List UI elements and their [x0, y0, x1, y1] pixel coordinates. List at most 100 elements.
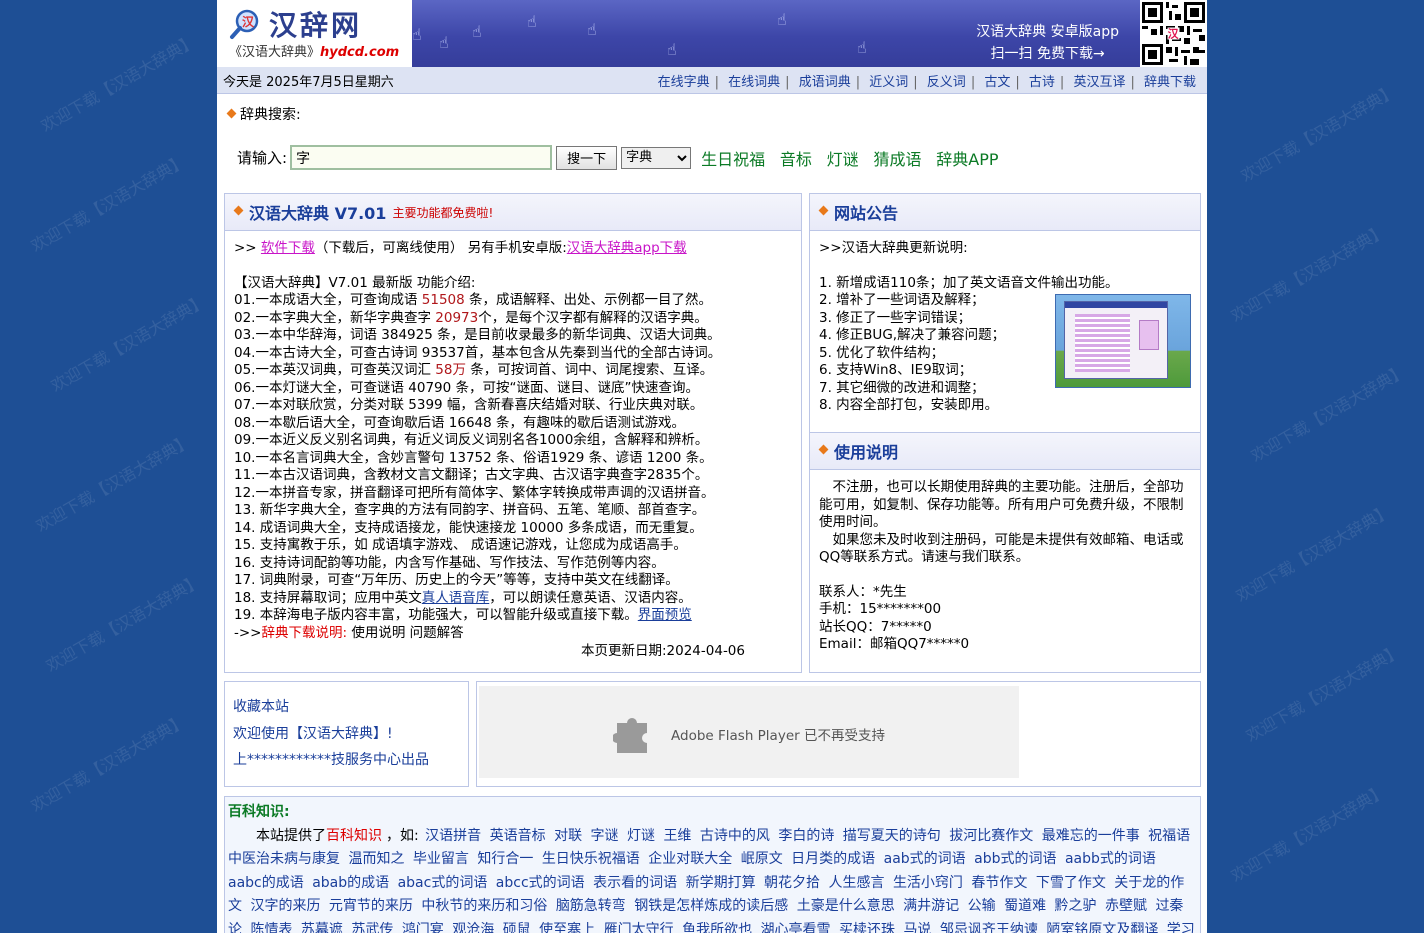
encyclopedia-link[interactable]: aab式的词语 [884, 851, 966, 867]
encyclopedia-link[interactable]: 字谜 [591, 828, 619, 844]
qr-code-image[interactable]: 汉 [1140, 0, 1207, 67]
encyclopedia-link[interactable]: 李白的诗 [778, 828, 834, 844]
nav-link-fanyici[interactable]: 反义词 [927, 75, 966, 90]
nav-link-download[interactable]: 辞典下载 [1144, 75, 1196, 90]
encyclopedia-link[interactable]: 人生感言 [828, 875, 884, 891]
encyclopedia-link[interactable]: aabc的成语 [228, 875, 304, 891]
app-download-link[interactable]: 汉语大辞典app下载 [567, 240, 687, 256]
encyclopedia-link[interactable]: 赤壁赋 [1105, 898, 1147, 914]
software-screenshot-image[interactable] [1055, 294, 1191, 388]
encyclopedia-link[interactable]: aabb式的词语 [1065, 851, 1156, 867]
encyclopedia-link[interactable]: 硕鼠 [503, 922, 531, 933]
software-download-link[interactable]: 软件下载 [261, 240, 315, 256]
quick-link-phonetic[interactable]: 音标 [780, 150, 812, 169]
encyclopedia-link[interactable]: 朝花夕拾 [764, 875, 820, 891]
feature-item: 12.一本拼音专家，拼音翻译可把所有简体字、繁体字转换成带声调的汉语拼音。 [234, 484, 715, 501]
encyclopedia-link[interactable]: 生活小窍门 [893, 875, 963, 891]
encyclopedia-link[interactable]: 生日快乐祝福语 [542, 851, 640, 867]
encyclopedia-link[interactable]: 祝福语 [1148, 828, 1190, 844]
encyclopedia-link[interactable]: 拔河比赛作文 [949, 828, 1033, 844]
nav-link-chengyu[interactable]: 成语词典 [799, 75, 851, 90]
encyclopedia-link[interactable]: 对联 [554, 828, 582, 844]
encyclopedia-link[interactable]: 鱼我所欲也 [682, 922, 752, 933]
panel-body: >> 软件下载（下载后，可离线使用） 另有手机安卓版:汉语大辞典app下载 【汉… [225, 231, 801, 669]
encyclopedia-hot-link[interactable]: 百科知识 [326, 828, 382, 844]
encyclopedia-link[interactable]: 新学期打算 [686, 875, 756, 891]
encyclopedia-link[interactable]: 王维 [663, 828, 691, 844]
search-type-select[interactable]: 字典 [621, 146, 692, 169]
encyclopedia-link[interactable]: 观沧海 [452, 922, 494, 933]
encyclopedia-link[interactable]: 下雪了作文 [1036, 875, 1106, 891]
encyclopedia-link[interactable]: 公输 [968, 898, 996, 914]
encyclopedia-link[interactable]: 汉语拼音 [425, 828, 481, 844]
encyclopedia-link[interactable]: 土豪是什么意思 [797, 898, 895, 914]
nav-link-zidian[interactable]: 在线字典 [658, 75, 710, 90]
encyclopedia-link[interactable]: 黔之驴 [1055, 898, 1097, 914]
bookmark-link[interactable]: 收藏本站 [233, 694, 460, 721]
encyclopedia-link[interactable]: 钢铁是怎样炼成的读后感 [634, 898, 788, 914]
encyclopedia-link[interactable]: 苏武传 [351, 922, 393, 933]
nav-link-translate[interactable]: 英汉互译 [1073, 75, 1125, 90]
site-logo[interactable]: 汉 汉辞网 《汉语大辞典》hydcd.com [217, 0, 412, 67]
encyclopedia-link[interactable]: 企业对联大全 [648, 851, 732, 867]
diamond-bullet-icon [226, 108, 237, 118]
encyclopedia-link[interactable]: 最难忘的一件事 [1042, 828, 1140, 844]
encyclopedia-link[interactable]: 脑筋急转弯 [556, 898, 626, 914]
encyclopedia-link[interactable]: 中医治未病与康复 [228, 851, 340, 867]
usage-guide-link[interactable]: 使用说明 [351, 625, 405, 641]
quick-link-app[interactable]: 辞典APP [936, 150, 998, 169]
nav-link-jinyici[interactable]: 近义词 [869, 75, 908, 90]
encyclopedia-link[interactable]: abab的成语 [312, 875, 389, 891]
producer-text: 上************技服务中心出品 [233, 752, 429, 768]
encyclopedia-link[interactable]: 陈情表 [250, 922, 292, 933]
feature-item: 19. 本辞海电子版内容丰富，功能强大，可以智能升级或直接下载。界面预览 [234, 607, 692, 623]
encyclopedia-link[interactable]: 蜀道难 [1004, 898, 1046, 914]
flash-placeholder[interactable]: Adobe Flash Player 已不再受支持 [479, 686, 1019, 778]
feature-item: 16. 支持诗词配韵等功能，内含写作基础、写作技法、写作范例等内容。 [234, 554, 665, 571]
ui-preview-link[interactable]: 界面预览 [638, 607, 692, 623]
search-button[interactable]: 搜一下 [556, 145, 618, 170]
nav-link-cidian[interactable]: 在线词典 [728, 75, 780, 90]
encyclopedia-link[interactable]: 鸿门宴 [402, 922, 444, 933]
encyclopedia-link[interactable]: 邹忌讽齐王纳谏 [940, 922, 1038, 933]
nav-link-guwen[interactable]: 古文 [984, 75, 1010, 90]
encyclopedia-link[interactable]: 英语音标 [490, 828, 546, 844]
encyclopedia-link[interactable]: 中秋节的来历和习俗 [421, 898, 547, 914]
nav-link-gushi[interactable]: 古诗 [1029, 75, 1055, 90]
encyclopedia-link[interactable]: abac式的词语 [398, 875, 488, 891]
quick-link-riddle[interactable]: 灯谜 [827, 150, 859, 169]
encyclopedia-link[interactable]: 日月类的成语 [791, 851, 875, 867]
encyclopedia-link[interactable]: 汉字的来历 [250, 898, 320, 914]
feature-item: 14. 成语词典大全，支持成语接龙，能快速接龙 10000 多条成语，而无重复。 [234, 519, 703, 536]
encyclopedia-link[interactable]: 古诗中的风 [700, 828, 770, 844]
diamond-bullet-icon [233, 205, 244, 215]
encyclopedia-link[interactable]: 元宵节的来历 [329, 898, 413, 914]
encyclopedia-link[interactable]: 知行合一 [477, 851, 533, 867]
encyclopedia-link[interactable]: 陋室铭原文及翻译 [1046, 922, 1158, 933]
faq-link[interactable]: 问题解答 [410, 625, 464, 641]
encyclopedia-link[interactable]: 湖心亭看雪 [761, 922, 831, 933]
android-app-promo[interactable]: 汉语大辞典 安卓版app 扫一扫 免费下载→ [976, 21, 1119, 65]
encyclopedia-link[interactable]: 使至塞上 [539, 922, 595, 933]
feature-item: 01.一本成语大全，可查询成语 51508 条，成语解释、出处、示例都一目了然。 [234, 292, 713, 308]
encyclopedia-link[interactable]: 灯谜 [627, 828, 655, 844]
encyclopedia-link[interactable]: 马说 [903, 922, 931, 933]
feature-item: 05.一本英汉词典，可查英汉词汇 58万 条，可按词首、词中、词尾搜索、互译。 [234, 362, 714, 378]
encyclopedia-link[interactable]: 温而知之 [348, 851, 404, 867]
encyclopedia-link[interactable]: 毕业留言 [413, 851, 469, 867]
encyclopedia-link[interactable]: 岷原文 [741, 851, 783, 867]
encyclopedia-link[interactable]: 满井游记 [903, 898, 959, 914]
encyclopedia-link[interactable]: abcc式的词语 [496, 875, 585, 891]
quick-link-birthday[interactable]: 生日祝福 [701, 150, 765, 169]
encyclopedia-link[interactable]: 春节作文 [971, 875, 1027, 891]
encyclopedia-link[interactable]: 表示看的词语 [593, 875, 677, 891]
encyclopedia-link[interactable]: abb式的词语 [974, 851, 1056, 867]
encyclopedia-link[interactable]: 苏幕遮 [301, 922, 343, 933]
feature-item: 07.一本对联欣赏，分类对联 5399 幅，含新春喜庆结婚对联、行业庆典对联。 [234, 397, 704, 413]
encyclopedia-link[interactable]: 雁门太守行 [604, 922, 674, 933]
encyclopedia-link[interactable]: 描写夏天的诗句 [843, 828, 941, 844]
search-input[interactable] [290, 145, 553, 170]
voice-library-link[interactable]: 真人语音库 [422, 590, 490, 606]
quick-link-guess-idiom[interactable]: 猜成语 [873, 150, 921, 169]
encyclopedia-link[interactable]: 买椟还珠 [839, 922, 895, 933]
